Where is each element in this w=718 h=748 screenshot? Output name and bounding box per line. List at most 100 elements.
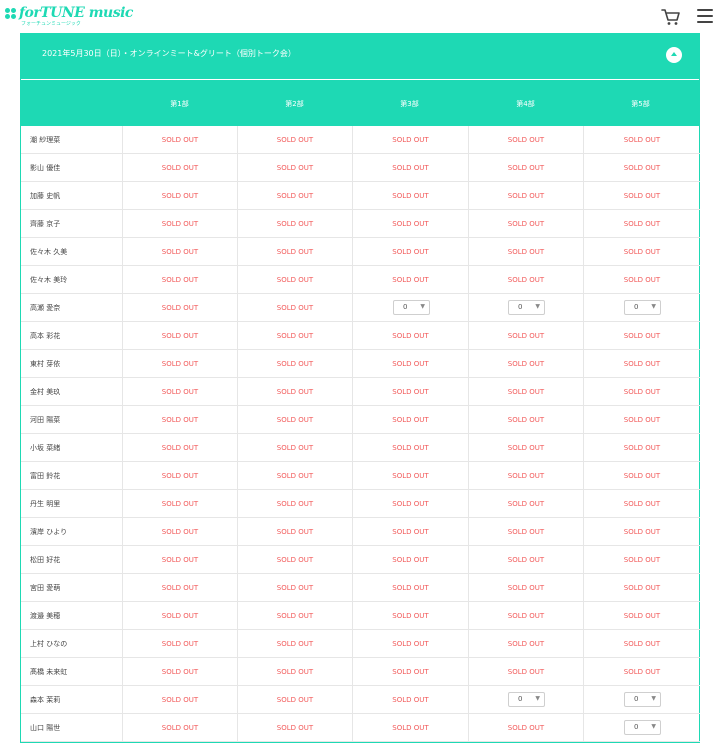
sold-out-label: SOLD OUT <box>392 164 429 172</box>
slot-cell: SOLD OUT <box>468 602 583 630</box>
sold-out-label: SOLD OUT <box>276 500 314 508</box>
logo-mark-icon <box>5 8 17 22</box>
sold-out-label: SOLD OUT <box>276 528 314 536</box>
site-logo[interactable]: forTUNE music フォーチュンミュージック <box>5 5 133 29</box>
slot-cell: SOLD OUT <box>237 686 352 714</box>
slot-cell: SOLD OUT <box>122 518 237 546</box>
slot-cell: SOLD OUT <box>352 686 468 714</box>
slot-cell: SOLD OUT <box>237 126 352 154</box>
slot-cell: SOLD OUT <box>237 406 352 434</box>
slot-cell: SOLD OUT <box>583 434 700 462</box>
table-row: 高本 彩花 SOLD OUT SOLD OUT SOLD OUT SOLD OUT SOL… <box>21 322 700 350</box>
sold-out-label: SOLD OUT <box>623 360 661 368</box>
quantity-select[interactable]: 0 ▼ <box>624 720 661 735</box>
sold-out-label: SOLD OUT <box>623 220 661 228</box>
slot-cell: SOLD OUT <box>122 602 237 630</box>
member-name: 東村 芽依 <box>30 360 61 368</box>
slot-cell: SOLD OUT <box>468 238 583 266</box>
slot-cell: 0 ▼ <box>583 714 700 742</box>
slot-cell: SOLD OUT <box>237 602 352 630</box>
chevron-up-icon[interactable] <box>666 47 682 63</box>
slot-cell: SOLD OUT <box>122 686 237 714</box>
quantity-value: 0 <box>518 303 523 311</box>
quantity-select[interactable]: 0 ▼ <box>393 300 430 315</box>
sold-out-label: SOLD OUT <box>507 332 545 340</box>
slot-cell: SOLD OUT <box>352 714 468 742</box>
slot-cell: SOLD OUT <box>352 546 468 574</box>
sold-out-label: SOLD OUT <box>161 472 199 480</box>
sold-out-label: SOLD OUT <box>276 192 314 200</box>
slot-cell: SOLD OUT <box>352 238 468 266</box>
sold-out-label: SOLD OUT <box>507 416 545 424</box>
sold-out-label: SOLD OUT <box>392 136 429 144</box>
table-row: 森本 茉莉 SOLD OUT SOLD OUT SOLD OUT 0 ▼ 0 ▼ <box>21 686 700 714</box>
sold-out-label: SOLD OUT <box>507 388 545 396</box>
cart-icon[interactable] <box>661 8 681 26</box>
table-row: 松田 好花 SOLD OUT SOLD OUT SOLD OUT SOLD OUT SOL… <box>21 546 700 574</box>
sold-out-label: SOLD OUT <box>623 500 661 508</box>
slot-cell: SOLD OUT <box>237 322 352 350</box>
slot-cell: SOLD OUT <box>583 658 700 686</box>
slot-cell: SOLD OUT <box>237 574 352 602</box>
slot-cell: 0 ▼ <box>352 294 468 322</box>
quantity-select[interactable]: 0 ▼ <box>624 300 661 315</box>
chevron-down-icon: ▼ <box>535 303 540 310</box>
quantity-select[interactable]: 0 ▼ <box>508 300 545 315</box>
sold-out-label: SOLD OUT <box>392 584 429 592</box>
quantity-value: 0 <box>518 695 523 703</box>
slot-cell: SOLD OUT <box>352 350 468 378</box>
slot-cell: SOLD OUT <box>122 154 237 182</box>
sold-out-label: SOLD OUT <box>392 332 429 340</box>
table-row: 渡邉 美穂 SOLD OUT SOLD OUT SOLD OUT SOLD OUT SOL… <box>21 602 700 630</box>
member-name: 佐々木 久美 <box>30 248 68 256</box>
table-row: 宮田 愛萌 SOLD OUT SOLD OUT SOLD OUT SOLD OUT SOL… <box>21 574 700 602</box>
slot-cell: SOLD OUT <box>583 490 700 518</box>
slot-cell: SOLD OUT <box>122 294 237 322</box>
sold-out-label: SOLD OUT <box>507 472 545 480</box>
quantity-select[interactable]: 0 ▼ <box>624 692 661 707</box>
slot-cell: SOLD OUT <box>468 266 583 294</box>
sold-out-label: SOLD OUT <box>392 444 429 452</box>
sold-out-label: SOLD OUT <box>623 164 661 172</box>
slot-cell: SOLD OUT <box>122 714 237 742</box>
sold-out-label: SOLD OUT <box>276 444 314 452</box>
slot-cell: SOLD OUT <box>237 210 352 238</box>
member-name: 高本 彩花 <box>30 332 61 340</box>
sold-out-label: SOLD OUT <box>161 668 199 676</box>
slot-cell: SOLD OUT <box>237 658 352 686</box>
event-accordion-header[interactable]: 2021年5月30日（日）・オンラインミート&グリート（個別トーク会） <box>21 33 700 79</box>
slot-cell: SOLD OUT <box>583 574 700 602</box>
sold-out-label: SOLD OUT <box>392 472 429 480</box>
member-name: 山口 陽世 <box>30 724 61 732</box>
table-row: 潮 紗理菜 SOLD OUT SOLD OUT SOLD OUT SOLD OUT SOL… <box>21 126 700 154</box>
table-row: 小坂 菜緒 SOLD OUT SOLD OUT SOLD OUT SOLD OUT SOL… <box>21 434 700 462</box>
chevron-down-icon: ▼ <box>651 695 656 702</box>
slot-cell: SOLD OUT <box>352 490 468 518</box>
sold-out-label: SOLD OUT <box>276 332 314 340</box>
slot-cell: SOLD OUT <box>583 546 700 574</box>
slot-cell: SOLD OUT <box>468 462 583 490</box>
slot-cell: SOLD OUT <box>468 574 583 602</box>
hamburger-menu-icon[interactable] <box>697 9 713 24</box>
sold-out-label: SOLD OUT <box>507 500 545 508</box>
slot-cell: SOLD OUT <box>122 378 237 406</box>
slot-cell: SOLD OUT <box>468 546 583 574</box>
sold-out-label: SOLD OUT <box>276 388 314 396</box>
sold-out-label: SOLD OUT <box>161 724 199 732</box>
sold-out-label: SOLD OUT <box>507 248 545 256</box>
table-row: 丹生 明里 SOLD OUT SOLD OUT SOLD OUT SOLD OUT SOL… <box>21 490 700 518</box>
sold-out-label: SOLD OUT <box>161 640 199 648</box>
sold-out-label: SOLD OUT <box>161 332 199 340</box>
quantity-value: 0 <box>634 695 639 703</box>
sold-out-label: SOLD OUT <box>392 640 429 648</box>
table-row: 山口 陽世 SOLD OUT SOLD OUT SOLD OUT SOLD OUT 0 ▼ <box>21 714 700 742</box>
slot-cell: SOLD OUT <box>468 406 583 434</box>
sold-out-label: SOLD OUT <box>623 276 661 284</box>
member-name: 富田 鈴花 <box>30 472 61 480</box>
slot-cell: SOLD OUT <box>352 126 468 154</box>
logo-text: forTUNE music <box>19 5 133 21</box>
quantity-select[interactable]: 0 ▼ <box>508 692 545 707</box>
sold-out-label: SOLD OUT <box>392 192 429 200</box>
table-row: 上村 ひなの SOLD OUT SOLD OUT SOLD OUT SOLD OUT SO… <box>21 630 700 658</box>
sold-out-label: SOLD OUT <box>623 612 661 620</box>
